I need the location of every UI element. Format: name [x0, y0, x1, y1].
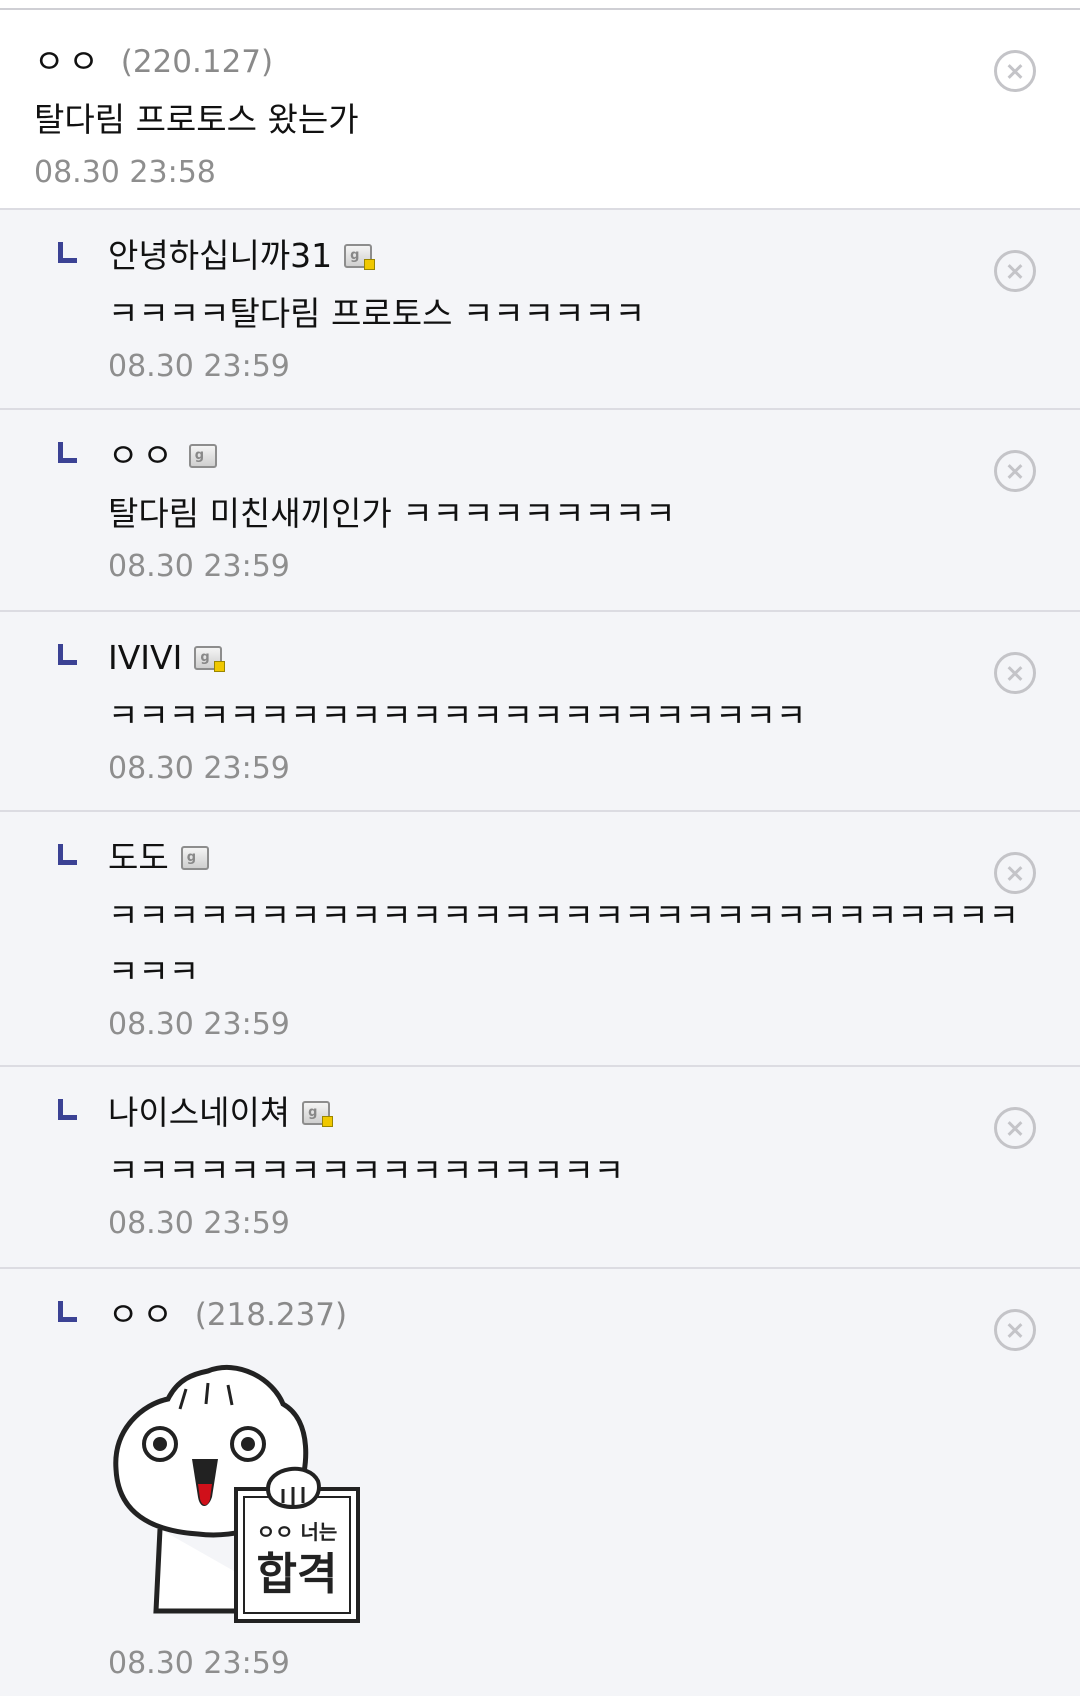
delete-icon[interactable]	[994, 1309, 1036, 1351]
member-badge-icon: g	[302, 1101, 334, 1127]
comment-root: ㅇㅇ (220.127) 탈다림 프로토스 왔는가 08.30 23:58	[0, 10, 1080, 210]
comment-time: 08.30 23:59	[108, 1646, 290, 1681]
comment-time: 08.30 23:59	[108, 751, 290, 786]
comment-nickname[interactable]: ㅇㅇ	[34, 38, 103, 86]
comment-text: 탈다림 프로토스 왔는가	[34, 100, 359, 139]
reply-arrow-icon	[58, 644, 77, 665]
comment-reply: 도도 g ㅋㅋㅋㅋㅋㅋㅋㅋㅋㅋㅋㅋㅋㅋㅋㅋㅋㅋㅋㅋㅋㅋㅋㅋㅋㅋㅋㅋㅋㅋㅋㅋㅋ 0…	[0, 812, 1080, 1067]
comment-reply: ㅇㅇ (218.237) ㅇㅇ 너는 합격 08.30 23:59	[0, 1269, 1080, 1696]
comment-reply: 나이스네이쳐 g ㅋㅋㅋㅋㅋㅋㅋㅋㅋㅋㅋㅋㅋㅋㅋㅋㅋ 08.30 23:59	[0, 1067, 1080, 1269]
member-badge-icon: g	[188, 444, 217, 468]
comment-text: ㅋㅋㅋㅋ탈다림 프로토스 ㅋㅋㅋㅋㅋㅋ	[108, 294, 646, 333]
comment-ip: (220.127)	[120, 44, 274, 80]
member-badge-icon: g	[344, 244, 376, 270]
delete-icon[interactable]	[994, 652, 1036, 694]
comment-time: 08.30 23:59	[108, 349, 290, 384]
comment-header: IVIVI g	[108, 634, 1080, 682]
sticker-caption-small: ㅇㅇ 너는	[257, 1520, 338, 1544]
comment-header: 도도 g	[108, 834, 1080, 882]
comment-header: ㅇㅇ g	[108, 432, 1080, 480]
comment-nickname[interactable]: ㅇㅇ	[108, 1291, 177, 1339]
comment-reply: 안녕하십니까31 g ㅋㅋㅋㅋ탈다림 프로토스 ㅋㅋㅋㅋㅋㅋ 08.30 23:…	[0, 210, 1080, 410]
comment-header: ㅇㅇ (218.237)	[108, 1291, 1080, 1339]
delete-icon[interactable]	[994, 450, 1036, 492]
comment-nickname[interactable]: IVIVI	[108, 634, 182, 682]
reply-arrow-icon	[58, 1099, 77, 1120]
comment-reply: ㅇㅇ g 탈다림 미친새끼인가 ㅋㅋㅋㅋㅋㅋㅋㅋㅋ 08.30 23:59	[0, 410, 1080, 612]
dumpling-sticker-image: ㅇㅇ 너는 합격	[113, 1364, 360, 1623]
delete-icon[interactable]	[994, 852, 1036, 894]
member-badge-icon: g	[194, 646, 226, 672]
comment-nickname[interactable]: 도도	[108, 834, 169, 882]
reply-arrow-icon	[58, 442, 77, 463]
comment-ip: (218.237)	[194, 1297, 348, 1333]
comment-header: ㅇㅇ (220.127)	[34, 38, 1080, 86]
top-divider	[0, 0, 1080, 10]
comment-time: 08.30 23:59	[108, 1007, 290, 1042]
comment-time: 08.30 23:58	[34, 155, 216, 190]
reply-arrow-icon	[58, 242, 77, 263]
member-badge-icon: g	[180, 846, 209, 870]
comment-text: ㅋㅋㅋㅋㅋㅋㅋㅋㅋㅋㅋㅋㅋㅋㅋㅋㅋㅋㅋㅋㅋㅋㅋ	[108, 696, 807, 735]
comment-time: 08.30 23:59	[108, 1206, 290, 1241]
sticker-caption-big: 합격	[257, 1549, 338, 1600]
delete-icon[interactable]	[994, 250, 1036, 292]
comment-reply: IVIVI g ㅋㅋㅋㅋㅋㅋㅋㅋㅋㅋㅋㅋㅋㅋㅋㅋㅋㅋㅋㅋㅋㅋㅋ 08.30 23…	[0, 612, 1080, 812]
comment-nickname[interactable]: 안녕하십니까31	[108, 232, 332, 280]
comment-nickname[interactable]: ㅇㅇ	[108, 432, 177, 480]
reply-arrow-icon	[58, 1301, 77, 1322]
delete-icon[interactable]	[994, 50, 1036, 92]
delete-icon[interactable]	[994, 1107, 1036, 1149]
comment-text: 탈다림 미친새끼인가 ㅋㅋㅋㅋㅋㅋㅋㅋㅋ	[108, 494, 676, 533]
comment-header: 나이스네이쳐 g	[108, 1089, 1080, 1137]
comment-header: 안녕하십니까31 g	[108, 232, 1080, 280]
comment-text: ㅋㅋㅋㅋㅋㅋㅋㅋㅋㅋㅋㅋㅋㅋㅋㅋㅋㅋㅋㅋㅋㅋㅋㅋㅋㅋㅋㅋㅋㅋㅋㅋㅋ	[108, 896, 1019, 991]
comment-text: ㅋㅋㅋㅋㅋㅋㅋㅋㅋㅋㅋㅋㅋㅋㅋㅋㅋ	[108, 1151, 625, 1190]
reply-arrow-icon	[58, 844, 77, 865]
comment-time: 08.30 23:59	[108, 549, 290, 584]
comment-nickname[interactable]: 나이스네이쳐	[108, 1089, 290, 1137]
